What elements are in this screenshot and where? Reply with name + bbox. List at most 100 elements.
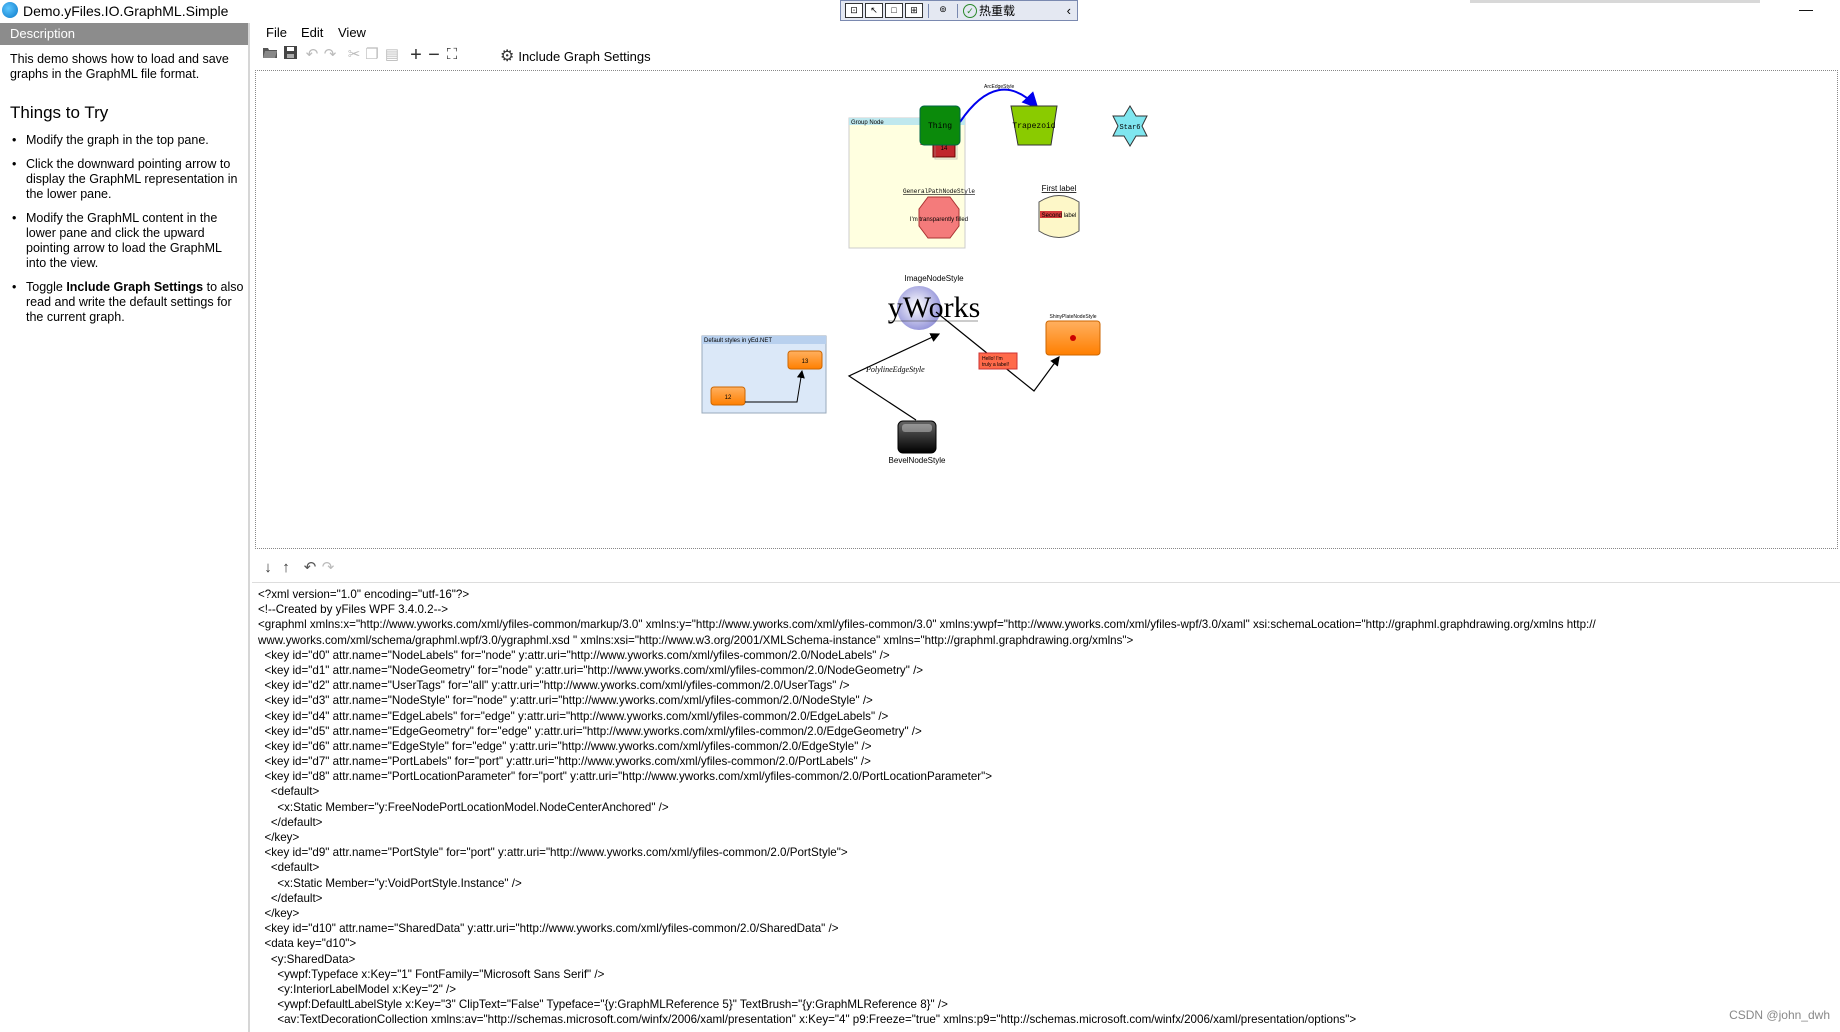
xml-line: <key id="d6" attr.name="EdgeStyle" for="…: [258, 739, 872, 753]
default-group-label: Default styles in yEd.NET: [704, 338, 772, 344]
zoom-out-icon[interactable]: −: [424, 45, 444, 65]
bevel-label: BevelNodeStyle: [889, 456, 946, 465]
graphml-text: <?xml version="1.0" encoding="utf-16"?> <…: [258, 587, 1838, 1027]
image-node[interactable]: ImageNodeStyle yWorks: [888, 274, 981, 330]
select-element-icon[interactable]: ⊡: [845, 3, 863, 18]
xml-line: <key id="d7" attr.name="PortLabels" for=…: [258, 755, 871, 769]
xml-line: </key>: [258, 831, 300, 844]
menu-bar: File Edit View: [252, 23, 1840, 43]
xml-line: www.yworks.com/xml/schema/graphml.wpf/3.…: [258, 633, 1134, 647]
menu-view[interactable]: View: [338, 25, 366, 40]
node13-label: 13: [802, 359, 809, 365]
arrow-down-icon[interactable]: ↓: [258, 558, 278, 578]
xml-line: <data key="d10">: [258, 937, 357, 951]
thing-node[interactable]: Thing: [919, 105, 961, 146]
xml-line: </key>: [258, 906, 300, 920]
binding-icon[interactable]: ⊚: [934, 3, 952, 18]
zoom-in-icon[interactable]: +: [406, 45, 426, 65]
tips-list: Modify the graph in the top pane. Click …: [10, 133, 244, 334]
menu-edit[interactable]: Edit: [301, 25, 323, 40]
save-icon[interactable]: [280, 45, 300, 65]
list-item: Modify the GraphML content in the lower …: [10, 211, 244, 271]
graphml-editor[interactable]: <?xml version="1.0" encoding="utf-16"?> <…: [252, 583, 1840, 1032]
include-graph-settings-label: Include Graph Settings: [518, 48, 651, 64]
polyline-edge[interactable]: [847, 333, 941, 421]
labeled-node[interactable]: First label Second label: [1038, 184, 1080, 238]
xml-toolbar: ↓ ↑ ↶ ↷: [252, 556, 1840, 583]
xml-line: <default>: [258, 785, 320, 799]
trapezoid-node[interactable]: Trapezoid: [1010, 105, 1058, 146]
xml-line: <key id="d0" attr.name="NodeLabels" for=…: [258, 648, 890, 662]
window-title: Demo.yFiles.IO.GraphML.Simple: [23, 3, 229, 19]
collapse-icon[interactable]: ‹: [1067, 3, 1071, 18]
hot-reload-status[interactable]: ✓ 热重载: [963, 2, 1015, 19]
redo-icon[interactable]: ↷: [320, 45, 340, 65]
xml-line: <default>: [258, 861, 320, 875]
list-item: Click the downward pointing arrow to dis…: [10, 157, 244, 202]
second-label: Second label: [1042, 213, 1077, 219]
graph-canvas[interactable]: Group Node 14 ArcEdgeStyle Thing Trapezo…: [255, 70, 1838, 549]
xml-line: <key id="d10" attr.name="SharedData" y:a…: [258, 922, 839, 936]
undo-icon[interactable]: ↶: [300, 558, 320, 578]
shiny-title: ShinyPlateNodeStyle: [1050, 314, 1097, 320]
pointer-icon[interactable]: ↖: [865, 3, 883, 18]
include-graph-settings-toggle[interactable]: ⚙ Include Graph Settings: [500, 46, 651, 66]
xml-line: </default>: [258, 891, 323, 905]
xml-line: <key id="d5" attr.name="EdgeGeometry" fo…: [258, 724, 922, 738]
bevel-node[interactable]: BevelNodeStyle: [889, 420, 946, 465]
toolbar-separator: [957, 3, 958, 18]
shiny-plate-node[interactable]: ShinyPlateNodeStyle: [1045, 314, 1101, 356]
window-edge: [1470, 0, 1760, 3]
gear-icon: ⚙: [500, 48, 515, 65]
xml-line: <!--Created by yFiles WPF 3.4.0.2-->: [258, 603, 449, 617]
xml-line: <x:Static Member="y:FreeNodePortLocation…: [258, 800, 669, 814]
undo-icon[interactable]: ↶: [302, 45, 322, 65]
trapezoid-label: Trapezoid: [1012, 122, 1055, 131]
xml-line: <key id="d3" attr.name="NodeStyle" for="…: [258, 694, 873, 708]
copy-icon[interactable]: ❐: [362, 45, 382, 65]
hot-reload-toolbar: ⊡ ↖ □ ⊞ ⊚ ✓ 热重载 ‹: [840, 0, 1078, 21]
minimize-button[interactable]: —: [1790, 0, 1822, 20]
xml-line: </default>: [258, 815, 323, 829]
redo-icon[interactable]: ↷: [318, 558, 338, 578]
paste-icon[interactable]: ▤: [382, 45, 402, 65]
title-bar: Demo.yFiles.IO.GraphML.Simple ⊡ ↖ □ ⊞ ⊚ …: [0, 0, 1840, 22]
group-node-label: Group Node: [851, 120, 884, 126]
toolbar-separator: [928, 3, 929, 18]
star-label: Star6: [1119, 124, 1140, 132]
menu-file[interactable]: File: [266, 25, 287, 40]
things-to-try-heading: Things to Try: [10, 103, 109, 122]
xml-line: <ywpf:DefaultLabelStyle x:Key="3" ClipTe…: [258, 998, 948, 1012]
xml-line: <graphml xmlns:x="http://www.yworks.com/…: [258, 618, 1596, 632]
xml-line: <key id="d8" attr.name="PortLocationPara…: [258, 770, 993, 784]
app-icon: [2, 2, 18, 18]
cut-icon[interactable]: ✂: [344, 45, 364, 65]
description-header: Description: [0, 23, 248, 45]
open-icon[interactable]: [260, 45, 280, 65]
yworks-logo-text: yWorks: [888, 291, 981, 324]
display-adorner-icon[interactable]: ⊞: [905, 3, 923, 18]
hello-edge-label[interactable]: Hello! I'm truly a label!: [978, 352, 1018, 370]
shiny-marker: [1070, 335, 1076, 341]
fit-icon[interactable]: ⛶: [442, 45, 462, 65]
xml-line: <y:SharedData>: [258, 952, 356, 966]
image-node-title: ImageNodeStyle: [904, 274, 964, 283]
arrow-up-icon[interactable]: ↑: [276, 558, 296, 578]
xml-line: <?xml version="1.0" encoding="utf-16"?>: [258, 588, 470, 601]
general-path-title: GeneralPathNodeStyle: [903, 188, 975, 195]
default-styles-group[interactable]: Default styles in yEd.NET 13 12: [701, 335, 827, 414]
node12-label: 12: [725, 395, 732, 401]
frame-icon[interactable]: □: [885, 3, 903, 18]
star-node[interactable]: Star6: [1112, 105, 1148, 147]
list-item: Modify the graph in the top pane.: [10, 133, 244, 148]
xml-line: <y:InteriorLabelModel x:Key="2" />: [258, 982, 457, 996]
xml-line: <av:TextDecorationCollection xmlns:av="h…: [258, 1013, 1357, 1027]
thing-label: Thing: [928, 122, 952, 131]
polyline-label: PolylineEdgeStyle: [865, 365, 925, 374]
xml-line: <key id="d1" attr.name="NodeGeometry" fo…: [258, 663, 924, 677]
xml-line: <key id="d9" attr.name="PortStyle" for="…: [258, 846, 848, 860]
xml-line: <key id="d4" attr.name="EdgeLabels" for=…: [258, 709, 889, 723]
list-item: Toggle Include Graph Settings to also re…: [10, 280, 244, 325]
xml-line: <key id="d2" attr.name="UserTags" for="a…: [258, 679, 850, 693]
xml-line: <x:Static Member="y:VoidPortStyle.Instan…: [258, 876, 522, 890]
